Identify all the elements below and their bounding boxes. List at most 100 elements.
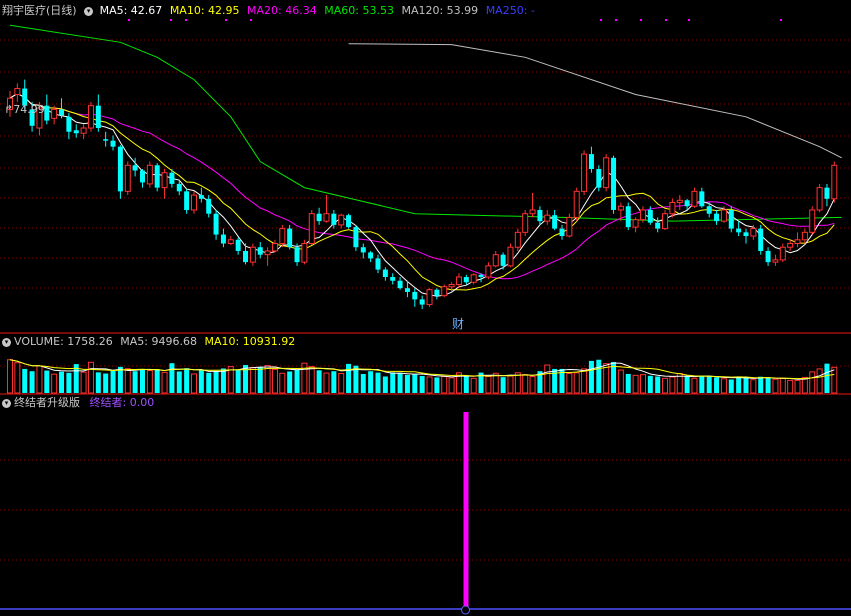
signal-dot [688, 19, 690, 21]
high-price-marker: ↱74.99 [4, 103, 45, 116]
volume-bar [323, 372, 330, 394]
signal-dot [250, 19, 252, 21]
candle-body [66, 116, 72, 132]
candle-body [51, 108, 58, 119]
chevron-down-icon[interactable]: ▾ [2, 398, 11, 408]
volume-bar [161, 371, 168, 394]
candle-body [537, 209, 543, 222]
candle-body [544, 214, 551, 222]
signal-dot [128, 19, 130, 21]
volume-bar [51, 373, 58, 394]
candle-body [95, 105, 101, 129]
candle-body [507, 246, 514, 267]
volume-bar [213, 371, 219, 393]
volume-bar [750, 379, 757, 394]
candle-body [772, 259, 779, 263]
candle-body [279, 228, 286, 245]
candle-body [706, 206, 712, 214]
candle-body [213, 213, 219, 235]
volume-bar [743, 377, 749, 393]
volume-bar [529, 375, 536, 394]
candle-body [647, 209, 653, 223]
candle-body [346, 215, 352, 228]
candle-body [257, 247, 263, 255]
volume-bar [684, 375, 690, 393]
candle-body [110, 140, 116, 147]
candle-body [87, 105, 94, 129]
indicator-header: ▾ 终结者升级版 终结者: 0.00 [2, 396, 154, 409]
finance-marker[interactable]: 财 [452, 318, 464, 331]
volume-bar [691, 377, 698, 394]
candle-body [714, 213, 720, 222]
signal-dot [225, 19, 227, 21]
volume-ma10-value: MA10: 10931.92 [204, 335, 296, 348]
candle-body [552, 215, 558, 229]
candle-body [787, 243, 794, 248]
signal-bar [463, 412, 469, 608]
candle-body [132, 165, 138, 171]
candle-body [492, 254, 499, 267]
volume-bar [831, 366, 838, 394]
volume-bar [720, 378, 727, 394]
candle-body [728, 209, 734, 229]
volume-bar [544, 364, 551, 394]
candle-body [316, 213, 322, 222]
candle-body [323, 213, 330, 222]
candle-body [485, 265, 492, 278]
candle-body [249, 246, 256, 263]
signal-dot [640, 19, 642, 21]
candle-body [243, 250, 249, 263]
volume-bar [736, 376, 742, 393]
candle-body [779, 246, 786, 261]
candle-body [338, 214, 345, 226]
volume-bar [368, 371, 374, 393]
candle-body [390, 277, 396, 281]
candle-body [588, 154, 594, 169]
candle-body [676, 199, 683, 204]
volume-bar [110, 370, 116, 393]
volume-bar [66, 372, 72, 393]
candle-body [198, 195, 204, 199]
volume-bar [669, 376, 676, 394]
volume-bar [382, 376, 388, 393]
volume-bar [390, 372, 396, 393]
candle-body [559, 228, 565, 237]
indicator-value: 终结者: 0.00 [89, 396, 155, 409]
candle-body [603, 157, 610, 189]
candle-body [691, 190, 698, 207]
signal-dot [600, 19, 602, 21]
volume-bar [132, 371, 138, 393]
volume-bar [639, 374, 646, 394]
candle-body [809, 209, 816, 233]
volume-bar [596, 359, 602, 393]
volume-bar [426, 376, 433, 394]
volume-bar [287, 371, 293, 393]
volume-bar [154, 369, 160, 393]
candle-body [632, 219, 639, 228]
indicator-name: 终结者升级版 [14, 396, 80, 409]
candle-body [470, 274, 477, 283]
candle-body [581, 153, 588, 192]
candle-body [308, 213, 315, 244]
ma60-line [9, 24, 842, 222]
chevron-down-icon[interactable]: ▾ [84, 6, 94, 16]
ma20-value: MA20: 46.34 [247, 4, 317, 17]
chevron-down-icon[interactable]: ▾ [2, 337, 11, 347]
volume-bar [507, 375, 514, 394]
candle-body [103, 139, 109, 141]
volume-bar [243, 365, 249, 393]
volume-bar [566, 373, 573, 394]
volume-bar [14, 362, 21, 394]
candle-body [184, 191, 190, 210]
candle-body [287, 228, 293, 248]
volume-bar [176, 371, 182, 393]
signal-dot-marker [461, 605, 471, 615]
candle-body [206, 198, 212, 214]
volume-bar [816, 368, 823, 394]
period-label: (日线) [46, 4, 77, 17]
volume-bar [632, 374, 639, 394]
volume-bar [257, 366, 263, 393]
volume-bar [235, 370, 241, 393]
candle-body [662, 213, 669, 230]
high-price-value: 74.99 [13, 103, 45, 116]
